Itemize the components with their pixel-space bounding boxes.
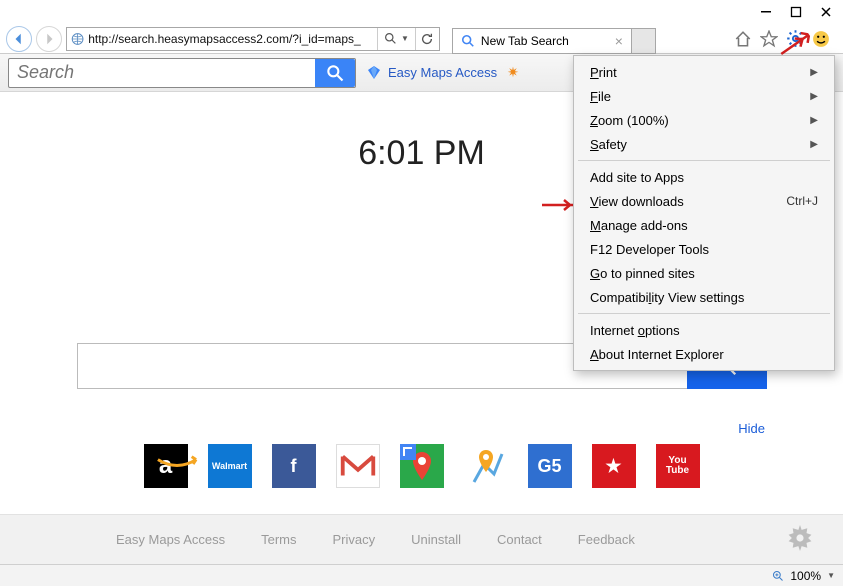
- refresh-button[interactable]: [415, 28, 439, 50]
- chevron-right-icon: ▶: [810, 139, 818, 150]
- tile-google-maps[interactable]: [400, 444, 444, 488]
- address-search-button[interactable]: ▼: [377, 28, 415, 50]
- footer-link[interactable]: Contact: [497, 532, 542, 547]
- tile-g5[interactable]: G5: [528, 444, 572, 488]
- zoom-level[interactable]: 100%: [790, 569, 821, 583]
- url-input[interactable]: [88, 32, 373, 46]
- chevron-right-icon: ▶: [810, 115, 818, 126]
- chevron-right-icon: ▶: [810, 67, 818, 78]
- menu-item[interactable]: Go to pinned sites: [576, 261, 832, 285]
- nav-forward-button[interactable]: [36, 26, 62, 52]
- tools-menu: Print▶File▶Zoom (100%)▶Safety▶ Add site t…: [573, 55, 835, 371]
- tab-strip: ×: [444, 24, 729, 54]
- footer-link[interactable]: Uninstall: [411, 532, 461, 547]
- menu-item[interactable]: Safety▶: [576, 132, 832, 156]
- menu-item[interactable]: F12 Developer Tools: [576, 237, 832, 261]
- tile-walmart[interactable]: Walmart: [208, 444, 252, 488]
- tile-maps-pin[interactable]: [464, 444, 508, 488]
- tile-amazon[interactable]: a: [144, 444, 188, 488]
- status-bar: 100% ▼: [0, 564, 843, 586]
- menu-item[interactable]: Manage add-ons: [576, 213, 832, 237]
- window-close[interactable]: [811, 2, 841, 22]
- spark-icon: ✷: [507, 64, 519, 81]
- window-titlebar: [0, 0, 843, 24]
- quick-tiles: a Walmart f G5 ★ You Tube: [0, 444, 843, 488]
- menu-item[interactable]: Internet options: [576, 318, 832, 342]
- search-icon: [461, 34, 475, 48]
- footer-link[interactable]: Feedback: [578, 532, 635, 547]
- menu-separator: [578, 313, 830, 314]
- easy-maps-label: Easy Maps Access: [388, 65, 497, 80]
- tile-facebook[interactable]: f: [272, 444, 316, 488]
- menu-separator: [578, 160, 830, 161]
- new-tab-button[interactable]: [632, 28, 656, 54]
- footer-link[interactable]: Terms: [261, 532, 296, 547]
- menu-item[interactable]: Zoom (100%)▶: [576, 108, 832, 132]
- chevron-down-icon[interactable]: ▼: [827, 571, 835, 580]
- hide-link[interactable]: Hide: [0, 421, 843, 436]
- nav-back-button[interactable]: [6, 26, 32, 52]
- tile-gmail[interactable]: [336, 444, 380, 488]
- easy-maps-access-link[interactable]: Easy Maps Access: [366, 65, 497, 81]
- toolbar-search-button[interactable]: [315, 59, 355, 87]
- address-bar: ▼: [66, 27, 440, 51]
- tab-close-button[interactable]: ×: [615, 33, 623, 49]
- window-maximize[interactable]: [781, 2, 811, 22]
- tools-gear-button[interactable]: [785, 29, 805, 49]
- footer-link[interactable]: Privacy: [333, 532, 376, 547]
- tab-title-input[interactable]: [481, 34, 581, 48]
- menu-item[interactable]: About Internet Explorer: [576, 342, 832, 366]
- map-flag-icon: [366, 65, 382, 81]
- favorites-button[interactable]: [759, 29, 779, 49]
- window-minimize[interactable]: [751, 2, 781, 22]
- smiley-icon[interactable]: [811, 29, 831, 49]
- browser-navbar: ▼ ×: [0, 24, 843, 54]
- globe-icon: [71, 32, 84, 46]
- menu-item[interactable]: Compatibility View settings: [576, 285, 832, 309]
- page-footer: Easy Maps Access Terms Privacy Uninstall Con…: [0, 514, 843, 564]
- toolbar-search: [8, 58, 356, 88]
- menu-item[interactable]: File▶: [576, 84, 832, 108]
- footer-link[interactable]: Easy Maps Access: [116, 532, 225, 547]
- menu-item[interactable]: Print▶: [576, 60, 832, 84]
- tile-macys[interactable]: ★: [592, 444, 636, 488]
- footer-settings-gear[interactable]: [787, 525, 813, 554]
- chevron-right-icon: ▶: [810, 91, 818, 102]
- zoom-icon: [772, 570, 784, 582]
- menu-item[interactable]: View downloadsCtrl+J: [576, 189, 832, 213]
- toolbar-search-input[interactable]: [9, 59, 315, 87]
- menu-item[interactable]: Add site to Apps: [576, 165, 832, 189]
- tile-youtube[interactable]: You Tube: [656, 444, 700, 488]
- chevron-down-icon: ▼: [401, 34, 409, 43]
- browser-tab[interactable]: ×: [452, 28, 632, 54]
- home-button[interactable]: [733, 29, 753, 49]
